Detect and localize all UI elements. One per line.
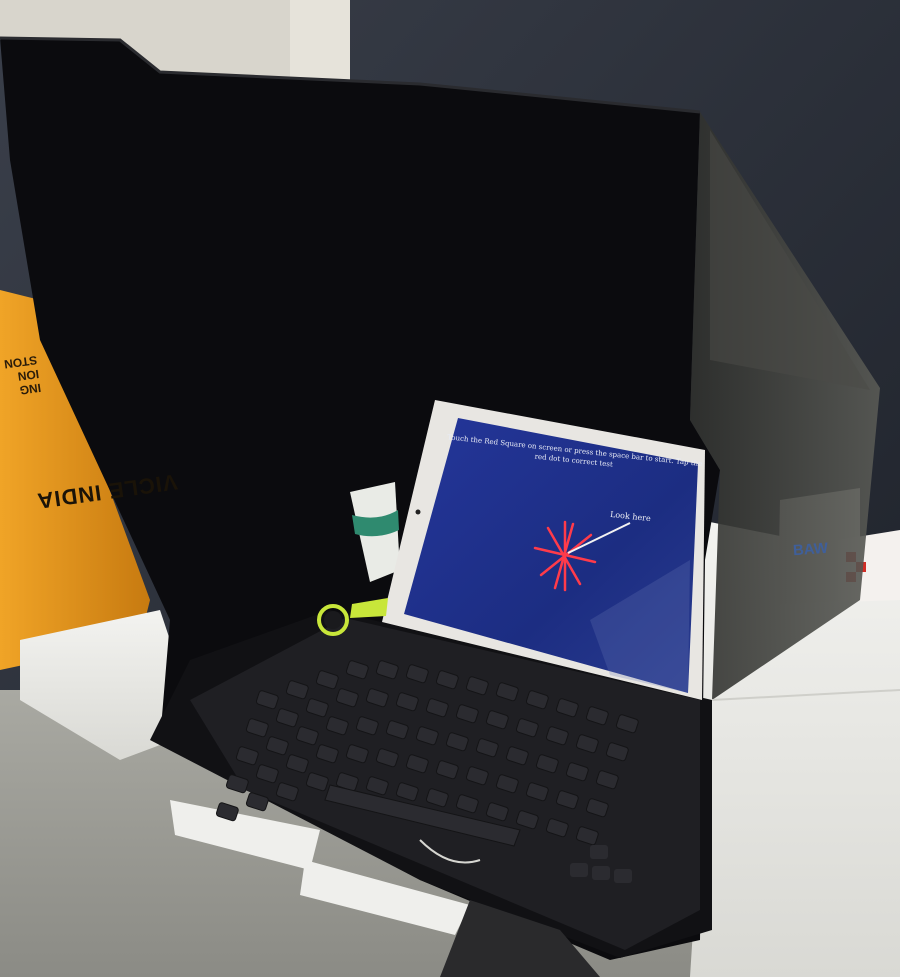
orange-box-fragment-text: ING ION STON <box>3 352 42 398</box>
arrow-key-up[interactable] <box>590 845 608 859</box>
arrow-key-right[interactable] <box>614 869 632 883</box>
arrow-key-down[interactable] <box>592 866 610 880</box>
arrow-key-left[interactable] <box>570 863 588 877</box>
side-box-label: BAW <box>792 539 829 560</box>
photo-scene: ING ION STON VICLE INDIA Touch the Red S… <box>0 0 900 977</box>
keyboard-dial-center <box>324 611 342 629</box>
tablet-camera <box>415 509 421 515</box>
